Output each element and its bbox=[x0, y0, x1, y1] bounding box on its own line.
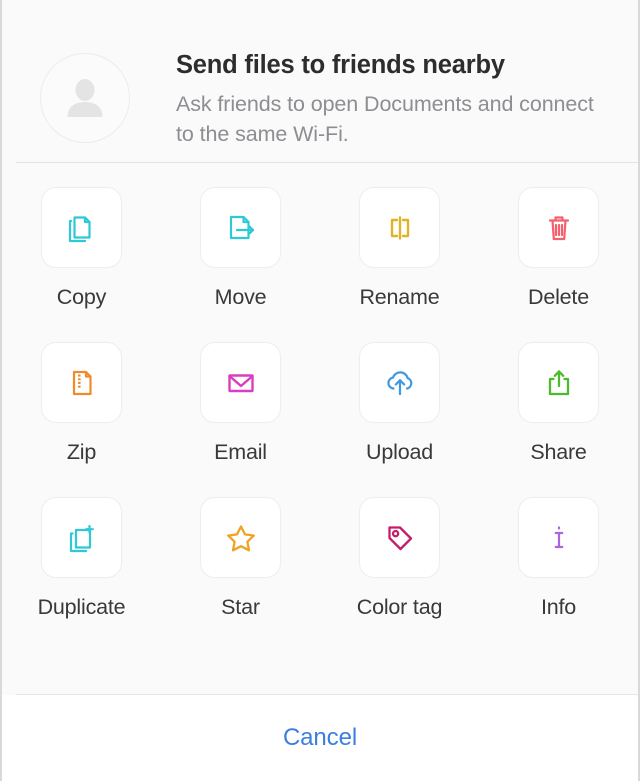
actions-row: Copy Move Rename Delete bbox=[2, 187, 638, 342]
header-text-block: Send files to friends nearby Ask friends… bbox=[176, 48, 596, 149]
action-email[interactable]: Email bbox=[161, 342, 320, 497]
cancel-button-label: Cancel bbox=[282, 724, 358, 751]
page-subtitle: Ask friends to open Documents and connec… bbox=[176, 92, 594, 146]
upload-tile[interactable] bbox=[359, 342, 440, 423]
delete-tile[interactable] bbox=[518, 187, 599, 268]
action-label: Copy bbox=[56, 285, 107, 309]
action-info[interactable]: Info bbox=[479, 497, 638, 652]
action-label: Color tag bbox=[356, 595, 443, 619]
zip-tile[interactable] bbox=[41, 342, 122, 423]
info-icon bbox=[554, 525, 563, 548]
action-copy[interactable]: Copy bbox=[2, 187, 161, 342]
zip-icon bbox=[72, 370, 92, 395]
move-tile[interactable] bbox=[200, 187, 281, 268]
action-label: Duplicate bbox=[37, 595, 126, 619]
cloud-upload-icon bbox=[386, 370, 412, 395]
action-label: Upload bbox=[366, 440, 433, 464]
action-label: Info bbox=[540, 595, 577, 619]
move-icon bbox=[229, 215, 254, 239]
trash-icon bbox=[548, 215, 569, 240]
tag-icon bbox=[387, 525, 412, 550]
duplicate-icon bbox=[69, 524, 94, 552]
color-tag-tile[interactable] bbox=[359, 497, 440, 578]
action-label: Move bbox=[214, 285, 267, 309]
actions-row: Zip Email Upload Share bbox=[2, 342, 638, 497]
duplicate-tile[interactable] bbox=[41, 497, 122, 578]
action-delete[interactable]: Delete bbox=[479, 187, 638, 342]
action-star[interactable]: Star bbox=[161, 497, 320, 652]
share-tile[interactable] bbox=[518, 342, 599, 423]
actions-row: Duplicate Star Color tag Info bbox=[2, 497, 638, 652]
action-label: Star bbox=[221, 595, 260, 619]
action-rename[interactable]: Rename bbox=[320, 187, 479, 342]
share-header: Send files to friends nearby Ask friends… bbox=[2, 0, 638, 162]
email-tile[interactable] bbox=[200, 342, 281, 423]
rename-icon bbox=[390, 215, 409, 240]
action-label: Share bbox=[530, 440, 587, 464]
rename-tile[interactable] bbox=[359, 187, 440, 268]
action-sheet: Send files to friends nearby Ask friends… bbox=[0, 0, 640, 781]
envelope-icon bbox=[227, 373, 254, 392]
copy-tile[interactable] bbox=[41, 187, 122, 268]
action-share[interactable]: Share bbox=[479, 342, 638, 497]
action-zip[interactable]: Zip bbox=[2, 342, 161, 497]
action-upload[interactable]: Upload bbox=[320, 342, 479, 497]
person-avatar-icon bbox=[40, 53, 130, 143]
cancel-button[interactable]: Cancel bbox=[2, 695, 638, 781]
info-tile[interactable] bbox=[518, 497, 599, 578]
action-color-tag[interactable]: Color tag bbox=[320, 497, 479, 652]
action-label: Email bbox=[214, 440, 267, 464]
action-label: Rename bbox=[359, 285, 440, 309]
share-icon bbox=[548, 369, 569, 395]
copy-icon bbox=[68, 215, 91, 242]
actions-grid: Copy Move Rename Delete Zip Email Upload… bbox=[2, 163, 638, 694]
action-label: Delete bbox=[528, 285, 589, 309]
action-label: Zip bbox=[66, 440, 97, 464]
action-duplicate[interactable]: Duplicate bbox=[2, 497, 161, 652]
star-icon bbox=[226, 524, 255, 551]
star-tile[interactable] bbox=[200, 497, 281, 578]
page-title: Send files to friends nearby bbox=[176, 51, 505, 79]
action-move[interactable]: Move bbox=[161, 187, 320, 342]
